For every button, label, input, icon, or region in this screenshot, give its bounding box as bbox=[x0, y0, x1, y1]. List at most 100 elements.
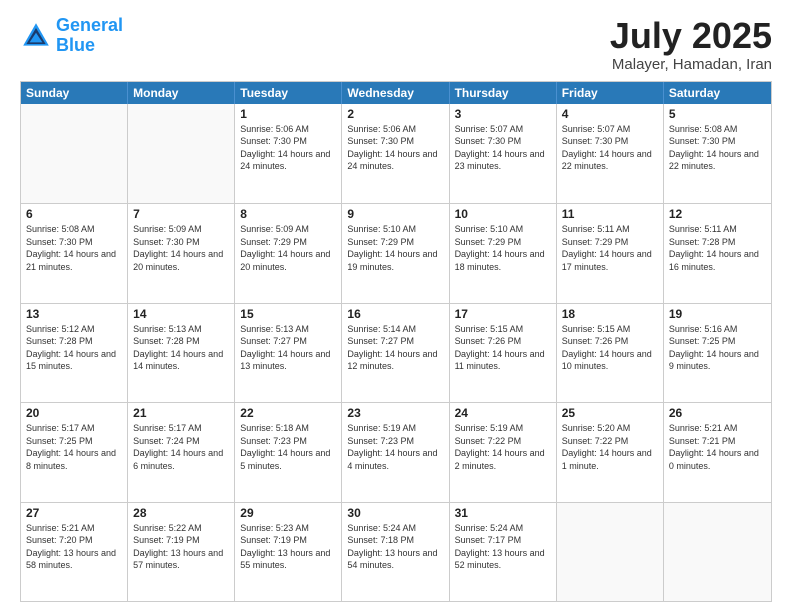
day-number: 14 bbox=[133, 307, 229, 321]
header-day-monday: Monday bbox=[128, 82, 235, 104]
day-number: 24 bbox=[455, 406, 551, 420]
page: General Blue July 2025 Malayer, Hamadan,… bbox=[0, 0, 792, 612]
calendar-cell: 31 Sunrise: 5:24 AM Sunset: 7:17 PM Dayli… bbox=[450, 503, 557, 601]
calendar-cell: 28Sunrise: 5:22 AM Sunset: 7:19 PM Dayli… bbox=[128, 503, 235, 601]
day-number: 17 bbox=[455, 307, 551, 321]
day-number: 1 bbox=[240, 107, 336, 121]
day-number: 8 bbox=[240, 207, 336, 221]
calendar-cell: 17Sunrise: 5:15 AM Sunset: 7:26 PM Dayli… bbox=[450, 304, 557, 402]
day-info: Sunrise: 5:20 AM Sunset: 7:22 PM Dayligh… bbox=[562, 422, 658, 472]
calendar-cell: 27Sunrise: 5:21 AM Sunset: 7:20 PM Dayli… bbox=[21, 503, 128, 601]
calendar-cell: 10Sunrise: 5:10 AM Sunset: 7:29 PM Dayli… bbox=[450, 204, 557, 302]
day-info: Sunrise: 5:09 AM Sunset: 7:30 PM Dayligh… bbox=[133, 223, 229, 273]
calendar-cell: 29 Sunrise: 5:23 AM Sunset: 7:19 PM Dayli… bbox=[235, 503, 342, 601]
day-number: 12 bbox=[669, 207, 766, 221]
logo-text: General Blue bbox=[56, 16, 123, 56]
day-info: Sunrise: 5:14 AM Sunset: 7:27 PM Dayligh… bbox=[347, 323, 443, 373]
calendar-cell: 1 Sunrise: 5:06 AM Sunset: 7:30 PM Daylig… bbox=[235, 104, 342, 203]
calendar-cell: 16Sunrise: 5:14 AM Sunset: 7:27 PM Dayli… bbox=[342, 304, 449, 402]
day-info: Sunrise: 5:09 AM Sunset: 7:29 PM Dayligh… bbox=[240, 223, 336, 273]
day-info: Sunrise: 5:06 AM Sunset: 7:30 PM Dayligh… bbox=[240, 123, 336, 173]
calendar-cell: 21 Sunrise: 5:17 AM Sunset: 7:24 PM Dayli… bbox=[128, 403, 235, 501]
calendar-cell: 9Sunrise: 5:10 AM Sunset: 7:29 PM Daylig… bbox=[342, 204, 449, 302]
calendar-cell: 30Sunrise: 5:24 AM Sunset: 7:18 PM Dayli… bbox=[342, 503, 449, 601]
day-info: Sunrise: 5:24 AM Sunset: 7:18 PM Dayligh… bbox=[347, 522, 443, 572]
day-info: Sunrise: 5:08 AM Sunset: 7:30 PM Dayligh… bbox=[669, 123, 766, 173]
calendar-cell: 4 Sunrise: 5:07 AM Sunset: 7:30 PM Daylig… bbox=[557, 104, 664, 203]
day-number: 29 bbox=[240, 506, 336, 520]
day-info: Sunrise: 5:23 AM Sunset: 7:19 PM Dayligh… bbox=[240, 522, 336, 572]
title-section: July 2025 Malayer, Hamadan, Iran bbox=[610, 16, 772, 73]
calendar-cell: 18 Sunrise: 5:15 AM Sunset: 7:26 PM Dayli… bbox=[557, 304, 664, 402]
calendar-cell: 24Sunrise: 5:19 AM Sunset: 7:22 PM Dayli… bbox=[450, 403, 557, 501]
day-number: 11 bbox=[562, 207, 658, 221]
calendar-cell bbox=[21, 104, 128, 203]
calendar-row-2: 6Sunrise: 5:08 AM Sunset: 7:30 PM Daylig… bbox=[21, 203, 771, 302]
header: General Blue July 2025 Malayer, Hamadan,… bbox=[20, 16, 772, 73]
logo-icon bbox=[20, 20, 52, 52]
day-info: Sunrise: 5:17 AM Sunset: 7:25 PM Dayligh… bbox=[26, 422, 122, 472]
day-info: Sunrise: 5:13 AM Sunset: 7:28 PM Dayligh… bbox=[133, 323, 229, 373]
day-info: Sunrise: 5:08 AM Sunset: 7:30 PM Dayligh… bbox=[26, 223, 122, 273]
day-number: 3 bbox=[455, 107, 551, 121]
calendar-cell: 2Sunrise: 5:06 AM Sunset: 7:30 PM Daylig… bbox=[342, 104, 449, 203]
day-number: 13 bbox=[26, 307, 122, 321]
calendar-cell: 13 Sunrise: 5:12 AM Sunset: 7:28 PM Dayli… bbox=[21, 304, 128, 402]
day-info: Sunrise: 5:22 AM Sunset: 7:19 PM Dayligh… bbox=[133, 522, 229, 572]
logo-blue: Blue bbox=[56, 35, 95, 55]
day-number: 26 bbox=[669, 406, 766, 420]
calendar-cell: 23 Sunrise: 5:19 AM Sunset: 7:23 PM Dayli… bbox=[342, 403, 449, 501]
day-number: 21 bbox=[133, 406, 229, 420]
day-info: Sunrise: 5:19 AM Sunset: 7:23 PM Dayligh… bbox=[347, 422, 443, 472]
day-number: 27 bbox=[26, 506, 122, 520]
day-info: Sunrise: 5:07 AM Sunset: 7:30 PM Dayligh… bbox=[562, 123, 658, 173]
day-info: Sunrise: 5:11 AM Sunset: 7:28 PM Dayligh… bbox=[669, 223, 766, 273]
day-number: 4 bbox=[562, 107, 658, 121]
header-day-wednesday: Wednesday bbox=[342, 82, 449, 104]
calendar-cell: 25Sunrise: 5:20 AM Sunset: 7:22 PM Dayli… bbox=[557, 403, 664, 501]
calendar-cell: 19Sunrise: 5:16 AM Sunset: 7:25 PM Dayli… bbox=[664, 304, 771, 402]
day-info: Sunrise: 5:10 AM Sunset: 7:29 PM Dayligh… bbox=[455, 223, 551, 273]
day-info: Sunrise: 5:07 AM Sunset: 7:30 PM Dayligh… bbox=[455, 123, 551, 173]
day-info: Sunrise: 5:18 AM Sunset: 7:23 PM Dayligh… bbox=[240, 422, 336, 472]
calendar-cell: 15Sunrise: 5:13 AM Sunset: 7:27 PM Dayli… bbox=[235, 304, 342, 402]
calendar-body: 1 Sunrise: 5:06 AM Sunset: 7:30 PM Daylig… bbox=[21, 104, 771, 601]
calendar-header: SundayMondayTuesdayWednesdayThursdayFrid… bbox=[21, 82, 771, 104]
calendar-cell: 26 Sunrise: 5:21 AM Sunset: 7:21 PM Dayli… bbox=[664, 403, 771, 501]
calendar-cell: 12 Sunrise: 5:11 AM Sunset: 7:28 PM Dayli… bbox=[664, 204, 771, 302]
location: Malayer, Hamadan, Iran bbox=[610, 56, 772, 73]
logo-general: General bbox=[56, 15, 123, 35]
day-number: 20 bbox=[26, 406, 122, 420]
calendar: SundayMondayTuesdayWednesdayThursdayFrid… bbox=[20, 81, 772, 602]
header-day-sunday: Sunday bbox=[21, 82, 128, 104]
header-day-saturday: Saturday bbox=[664, 82, 771, 104]
day-info: Sunrise: 5:12 AM Sunset: 7:28 PM Dayligh… bbox=[26, 323, 122, 373]
calendar-cell: 5 Sunrise: 5:08 AM Sunset: 7:30 PM Daylig… bbox=[664, 104, 771, 203]
day-number: 5 bbox=[669, 107, 766, 121]
calendar-row-4: 20 Sunrise: 5:17 AM Sunset: 7:25 PM Dayli… bbox=[21, 402, 771, 501]
calendar-cell bbox=[664, 503, 771, 601]
day-info: Sunrise: 5:06 AM Sunset: 7:30 PM Dayligh… bbox=[347, 123, 443, 173]
day-info: Sunrise: 5:17 AM Sunset: 7:24 PM Dayligh… bbox=[133, 422, 229, 472]
header-day-friday: Friday bbox=[557, 82, 664, 104]
calendar-cell: 22Sunrise: 5:18 AM Sunset: 7:23 PM Dayli… bbox=[235, 403, 342, 501]
day-number: 23 bbox=[347, 406, 443, 420]
month-title: July 2025 bbox=[610, 16, 772, 56]
calendar-cell: 6Sunrise: 5:08 AM Sunset: 7:30 PM Daylig… bbox=[21, 204, 128, 302]
calendar-row-5: 27Sunrise: 5:21 AM Sunset: 7:20 PM Dayli… bbox=[21, 502, 771, 601]
header-day-tuesday: Tuesday bbox=[235, 82, 342, 104]
day-number: 18 bbox=[562, 307, 658, 321]
day-info: Sunrise: 5:15 AM Sunset: 7:26 PM Dayligh… bbox=[562, 323, 658, 373]
day-number: 31 bbox=[455, 506, 551, 520]
day-number: 19 bbox=[669, 307, 766, 321]
day-info: Sunrise: 5:21 AM Sunset: 7:21 PM Dayligh… bbox=[669, 422, 766, 472]
calendar-row-3: 13 Sunrise: 5:12 AM Sunset: 7:28 PM Dayli… bbox=[21, 303, 771, 402]
calendar-cell: 20 Sunrise: 5:17 AM Sunset: 7:25 PM Dayli… bbox=[21, 403, 128, 501]
day-info: Sunrise: 5:11 AM Sunset: 7:29 PM Dayligh… bbox=[562, 223, 658, 273]
day-info: Sunrise: 5:24 AM Sunset: 7:17 PM Dayligh… bbox=[455, 522, 551, 572]
calendar-cell: 7Sunrise: 5:09 AM Sunset: 7:30 PM Daylig… bbox=[128, 204, 235, 302]
calendar-cell: 8 Sunrise: 5:09 AM Sunset: 7:29 PM Daylig… bbox=[235, 204, 342, 302]
calendar-row-1: 1 Sunrise: 5:06 AM Sunset: 7:30 PM Daylig… bbox=[21, 104, 771, 203]
calendar-cell bbox=[128, 104, 235, 203]
calendar-cell: 14 Sunrise: 5:13 AM Sunset: 7:28 PM Dayli… bbox=[128, 304, 235, 402]
